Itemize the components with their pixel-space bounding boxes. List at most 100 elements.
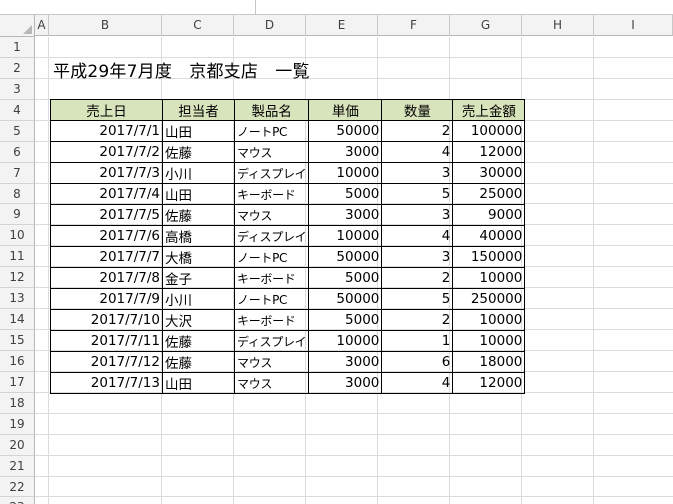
row-header-6[interactable]: 6 — [0, 141, 35, 163]
cell-product[interactable]: マウス — [233, 204, 310, 226]
select-all-button[interactable] — [0, 15, 35, 37]
cell-sales-amount[interactable]: 9000 — [452, 204, 526, 226]
cell-unit-price[interactable]: 5000 — [308, 183, 383, 205]
cell-sales-amount[interactable]: 150000 — [452, 246, 526, 268]
cell-sales-date[interactable]: 2017/7/8 — [50, 267, 163, 289]
cell-staff[interactable]: 大沢 — [162, 309, 235, 331]
cell-unit-price[interactable]: 10000 — [308, 225, 383, 247]
cell-sales-amount[interactable]: 10000 — [452, 330, 526, 352]
cell-quantity[interactable]: 3 — [381, 204, 454, 226]
row-header-5[interactable]: 5 — [0, 120, 35, 142]
cell-sales-amount[interactable]: 12000 — [452, 372, 526, 394]
cell-staff[interactable]: 佐藤 — [162, 351, 235, 373]
cell-staff[interactable]: 大橋 — [162, 246, 235, 268]
cell-unit-price[interactable]: 3000 — [308, 372, 383, 394]
column-header-d[interactable]: D — [234, 15, 306, 36]
row-header-16[interactable]: 16 — [0, 350, 35, 372]
header-quantity[interactable]: 数量 — [381, 99, 454, 121]
cell-sales-date[interactable]: 2017/7/5 — [50, 204, 163, 226]
cell-staff[interactable]: 佐藤 — [162, 330, 235, 352]
cell-product[interactable]: キーボード — [233, 267, 310, 289]
cell-product[interactable]: ノートPC — [233, 288, 310, 310]
cell-unit-price[interactable]: 3000 — [308, 141, 383, 163]
cell-product[interactable]: ノートPC — [233, 246, 310, 268]
row-header-12[interactable]: 12 — [0, 267, 35, 289]
cell-sales-date[interactable]: 2017/7/10 — [50, 309, 163, 331]
cell-quantity[interactable]: 3 — [381, 246, 454, 268]
cell-quantity[interactable]: 2 — [381, 267, 454, 289]
cell-sales-date[interactable]: 2017/7/3 — [50, 162, 163, 184]
formula-input[interactable] — [255, 0, 673, 14]
cell-sales-date[interactable]: 2017/7/6 — [50, 225, 163, 247]
row-header-20[interactable]: 20 — [0, 434, 35, 456]
row-header-17[interactable]: 17 — [0, 371, 35, 393]
cell-quantity[interactable]: 1 — [381, 330, 454, 352]
cell-quantity[interactable]: 3 — [381, 162, 454, 184]
cell-quantity[interactable]: 6 — [381, 351, 454, 373]
cell-staff[interactable]: 山田 — [162, 183, 235, 205]
row-header-18[interactable]: 18 — [0, 392, 35, 414]
cell-unit-price[interactable]: 50000 — [308, 288, 383, 310]
row-header-15[interactable]: 15 — [0, 330, 35, 351]
cell-sales-date[interactable]: 2017/7/12 — [50, 351, 163, 373]
cell-sales-amount[interactable]: 10000 — [452, 267, 526, 289]
row-header-21[interactable]: 21 — [0, 455, 35, 477]
cell-product[interactable]: マウス — [233, 351, 310, 373]
cell-quantity[interactable]: 5 — [381, 288, 454, 310]
column-header-b[interactable]: B — [49, 15, 162, 36]
cell-sales-amount[interactable]: 10000 — [452, 309, 526, 331]
column-header-a[interactable]: A — [35, 15, 49, 36]
cell-staff[interactable]: 金子 — [162, 267, 235, 289]
cell-quantity[interactable]: 4 — [381, 372, 454, 394]
cell-sales-date[interactable]: 2017/7/4 — [50, 183, 163, 205]
column-header-c[interactable]: C — [162, 15, 234, 36]
cell-sales-date[interactable]: 2017/7/11 — [50, 330, 163, 352]
row-header-1[interactable]: 1 — [0, 37, 35, 58]
row-header-4[interactable]: 4 — [0, 99, 35, 121]
cell-sales-date[interactable]: 2017/7/7 — [50, 246, 163, 268]
cell-product[interactable]: ディスプレイ — [233, 330, 310, 352]
cell-sales-date[interactable]: 2017/7/13 — [50, 372, 163, 394]
row-header-8[interactable]: 8 — [0, 183, 35, 205]
cell-staff[interactable]: 高橋 — [162, 225, 235, 247]
cell-product[interactable]: ディスプレイ — [233, 162, 310, 184]
row-header-23[interactable]: 23 — [0, 497, 35, 504]
header-sales-amount[interactable]: 売上金額 — [452, 99, 526, 121]
cell-quantity[interactable]: 4 — [381, 141, 454, 163]
header-staff[interactable]: 担当者 — [162, 99, 235, 121]
cell-staff[interactable]: 佐藤 — [162, 141, 235, 163]
cell-sales-date[interactable]: 2017/7/1 — [50, 120, 163, 142]
cell-unit-price[interactable]: 5000 — [308, 267, 383, 289]
header-sales-date[interactable]: 売上日 — [50, 99, 163, 121]
cell-sales-amount[interactable]: 25000 — [452, 183, 526, 205]
column-header-i[interactable]: I — [594, 15, 673, 36]
row-header-14[interactable]: 14 — [0, 309, 35, 330]
row-header-9[interactable]: 9 — [0, 204, 35, 226]
cell-quantity[interactable]: 4 — [381, 225, 454, 247]
cell-quantity[interactable]: 5 — [381, 183, 454, 205]
column-header-g[interactable]: G — [450, 15, 522, 36]
cell-sales-amount[interactable]: 18000 — [452, 351, 526, 373]
column-header-e[interactable]: E — [306, 15, 378, 36]
cell-sales-amount[interactable]: 250000 — [452, 288, 526, 310]
row-header-11[interactable]: 11 — [0, 246, 35, 268]
row-header-13[interactable]: 13 — [0, 288, 35, 310]
cell-product[interactable]: マウス — [233, 372, 310, 394]
cell-unit-price[interactable]: 3000 — [308, 351, 383, 373]
column-header-f[interactable]: F — [378, 15, 450, 36]
row-header-7[interactable]: 7 — [0, 162, 35, 184]
sheet-title[interactable]: 平成29年7月度 京都支店 一覧 — [53, 57, 310, 82]
column-header-h[interactable]: H — [522, 15, 594, 36]
spreadsheet-grid[interactable]: A B C D E F G H I 1 2 3 4 5 6 7 8 9 10 11 12 13 14 15 16 17 18 19 20… — [0, 15, 673, 504]
cell-quantity[interactable]: 2 — [381, 309, 454, 331]
cell-sales-date[interactable]: 2017/7/9 — [50, 288, 163, 310]
cell-unit-price[interactable]: 10000 — [308, 162, 383, 184]
row-header-22[interactable]: 22 — [0, 476, 35, 498]
cell-product[interactable]: ノートPC — [233, 120, 310, 142]
cell-sales-amount[interactable]: 40000 — [452, 225, 526, 247]
cell-unit-price[interactable]: 50000 — [308, 246, 383, 268]
cell-staff[interactable]: 小川 — [162, 162, 235, 184]
cell-staff[interactable]: 山田 — [162, 120, 235, 142]
row-header-2[interactable]: 2 — [0, 57, 35, 79]
cell-unit-price[interactable]: 10000 — [308, 330, 383, 352]
